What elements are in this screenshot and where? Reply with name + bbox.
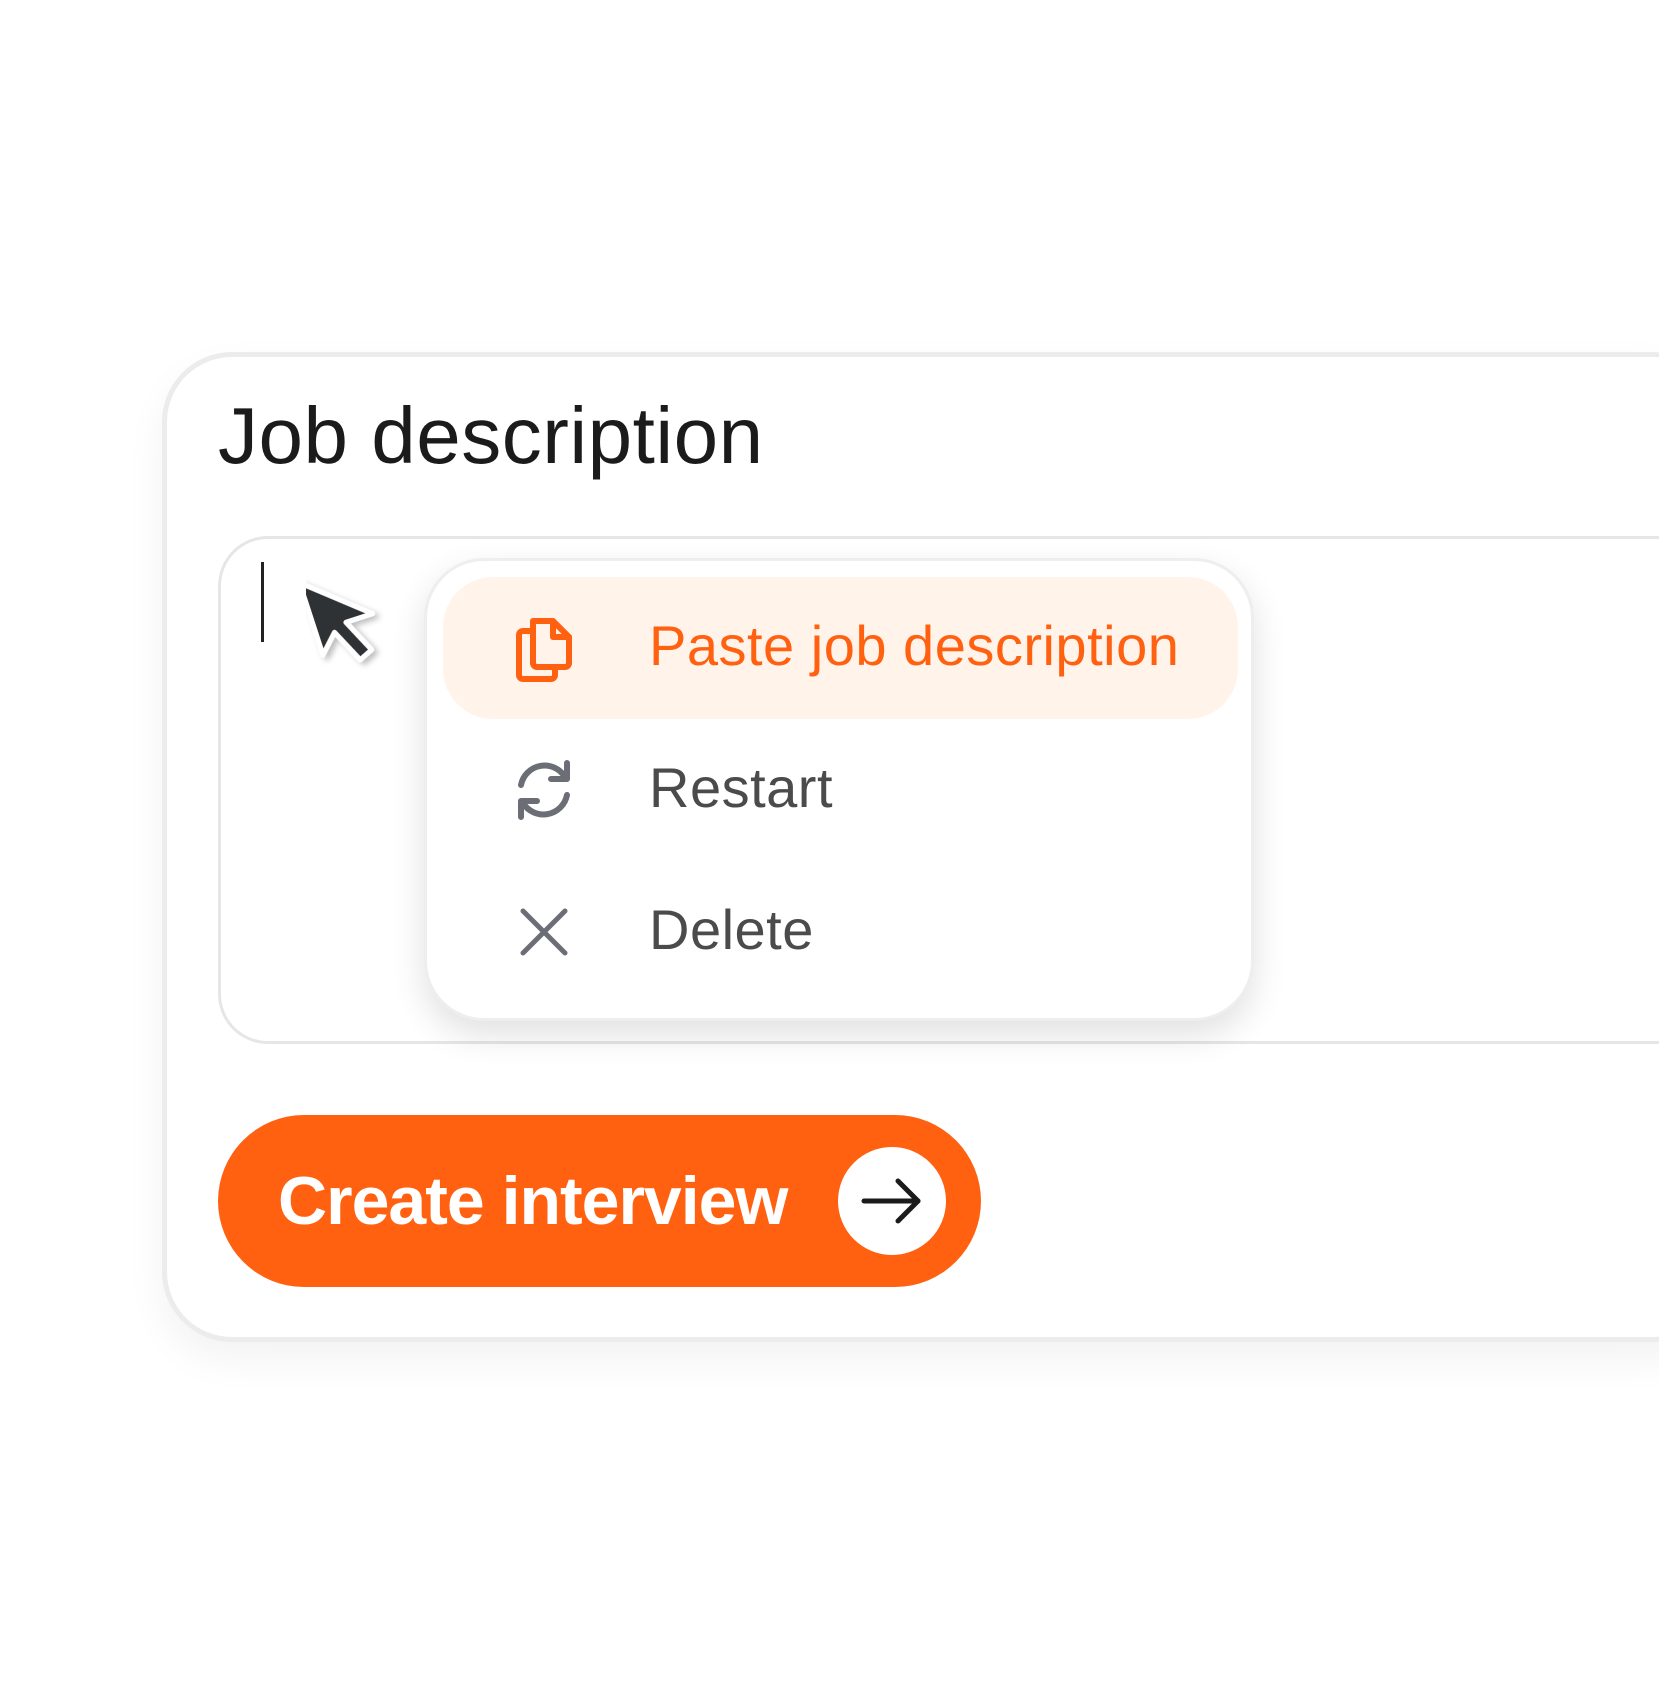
mouse-pointer-icon bbox=[306, 580, 376, 663]
create-interview-label: Create interview bbox=[278, 1163, 788, 1239]
menu-item-label: Delete bbox=[649, 898, 814, 961]
card-title: Job description bbox=[218, 391, 764, 480]
arrow-right-icon bbox=[861, 1178, 921, 1224]
arrow-circle bbox=[838, 1147, 946, 1255]
page: Job description Paste job description Re… bbox=[0, 0, 1659, 1689]
text-caret bbox=[261, 562, 264, 642]
close-icon bbox=[520, 908, 568, 956]
context-menu: Paste job description Restart Delete bbox=[424, 558, 1254, 1021]
menu-item-label: Paste job description bbox=[649, 614, 1180, 677]
menu-item-paste[interactable]: Paste job description bbox=[443, 577, 1238, 719]
create-interview-button[interactable]: Create interview bbox=[218, 1115, 981, 1287]
paste-document-icon bbox=[516, 618, 572, 682]
refresh-icon bbox=[518, 760, 570, 820]
menu-item-restart[interactable]: Restart bbox=[443, 719, 1238, 861]
menu-item-delete[interactable]: Delete bbox=[443, 861, 1238, 1003]
menu-item-label: Restart bbox=[649, 756, 833, 819]
